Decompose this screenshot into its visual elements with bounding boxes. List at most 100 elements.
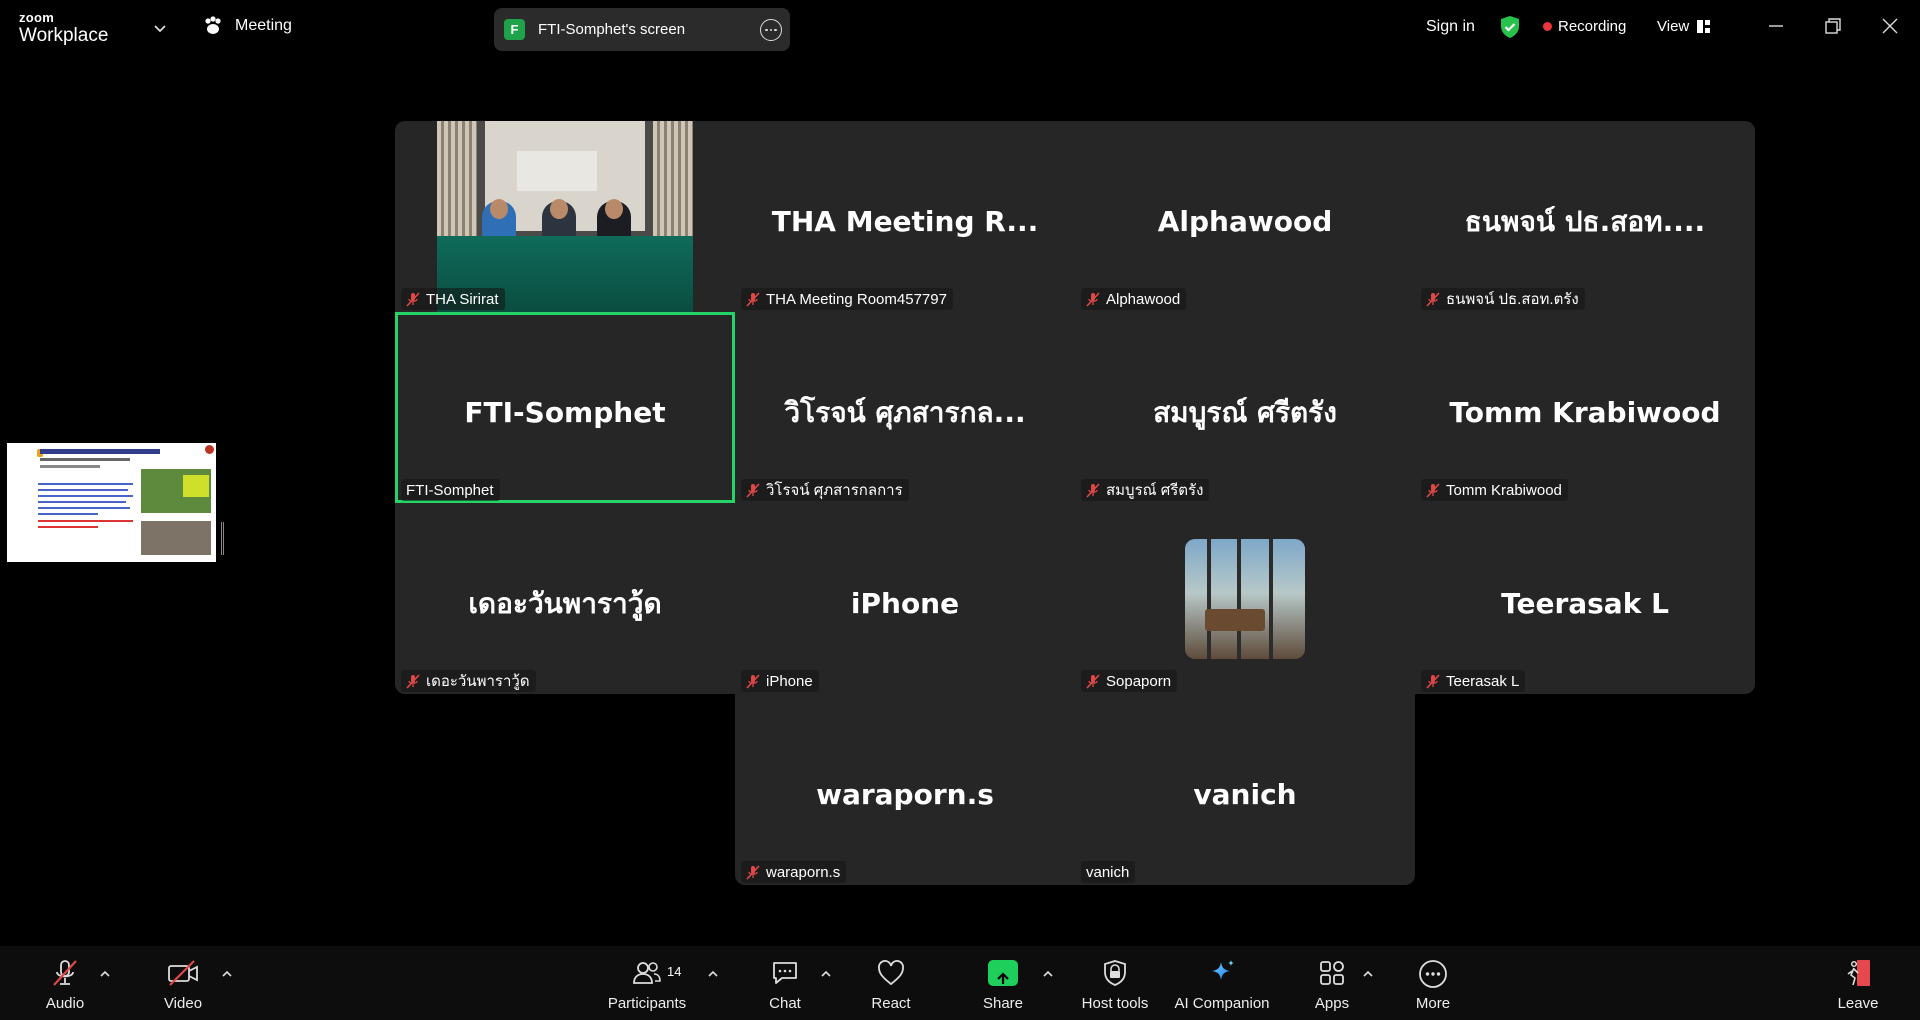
participant-display-name: วิโรจน์ ศุภสารกล...	[784, 396, 1026, 429]
participant-tile[interactable]: iPhone iPhone	[735, 503, 1075, 694]
participant-name: สมบูรณ์ ศรีตรัง	[1106, 482, 1204, 499]
audio-button[interactable]: Audio	[40, 946, 90, 1020]
participant-display-name: ธนพจน์ ปธ.สอท....	[1464, 205, 1706, 238]
mic-muted-icon	[53, 960, 77, 986]
mic-muted-icon	[746, 864, 760, 880]
more-label: More	[1415, 995, 1451, 1012]
participant-name-tag: ธนพจน์ ปธ.สอท.ตรัง	[1421, 288, 1585, 310]
participant-name-tag: vanich	[1081, 861, 1136, 883]
slide-photo	[141, 521, 211, 555]
view-label: View	[1657, 18, 1690, 35]
logo-workplace-text: Workplace	[19, 25, 109, 46]
sign-in-link[interactable]: Sign in	[1426, 18, 1475, 36]
mic-muted-icon	[746, 673, 760, 689]
paw-icon	[205, 16, 221, 34]
participant-tile[interactable]: วิโรจน์ ศุภสารกล... วิโรจน์ ศุภสารกลการ	[735, 312, 1075, 503]
shared-screen-thumbnail[interactable]	[7, 443, 216, 562]
participant-tile[interactable]: เดอะวันพาราวู้ด เดอะวันพาราวู้ด	[395, 503, 735, 694]
participants-icon	[633, 962, 661, 984]
participant-video	[437, 121, 693, 312]
meeting-menu-button[interactable]: Meeting	[202, 16, 292, 36]
more-button[interactable]: More	[1408, 946, 1458, 1020]
slide-title	[40, 449, 160, 454]
audio-label: Audio	[45, 995, 85, 1012]
leave-door-icon	[1847, 960, 1870, 986]
share-more-icon[interactable]	[760, 19, 782, 41]
video-off-icon	[168, 960, 198, 986]
chevron-down-icon[interactable]	[152, 20, 168, 36]
participant-name-tag: THA Sirirat	[401, 288, 505, 310]
share-options-chevron-icon[interactable]	[1041, 968, 1055, 980]
recording-indicator[interactable]: Recording	[1543, 18, 1626, 35]
zoom-workplace-logo[interactable]: zoom Workplace	[19, 11, 108, 45]
participant-name-tag: FTI-Somphet	[401, 479, 500, 501]
chat-label: Chat	[769, 995, 801, 1012]
apps-options-chevron-icon[interactable]	[1361, 968, 1375, 980]
participant-name: vanich	[1086, 863, 1130, 881]
share-screen-icon	[988, 960, 1018, 986]
apps-label: Apps	[1314, 995, 1350, 1012]
screen-share-indicator[interactable]: F FTI-Somphet's screen	[494, 8, 790, 51]
participant-tile[interactable]: THA Sirirat	[395, 121, 735, 312]
thumbnail-resize-handle[interactable]	[221, 522, 224, 555]
host-tools-button[interactable]: Host tools	[1075, 946, 1155, 1020]
participant-name-tag: Teerasak L	[1421, 670, 1526, 692]
participant-name-tag: THA Meeting Room457797	[741, 288, 953, 310]
video-options-chevron-icon[interactable]	[220, 968, 234, 980]
participant-name: Teerasak L	[1446, 672, 1520, 690]
apps-icon	[1320, 961, 1344, 985]
participant-name-tag: Sopaporn	[1081, 670, 1178, 692]
video-button[interactable]: Video	[158, 946, 208, 1020]
participant-tile[interactable]: vanich vanich	[1075, 694, 1415, 885]
participants-button[interactable]: Participants	[605, 946, 689, 1020]
mic-muted-icon	[746, 291, 760, 307]
slide-subtitle	[40, 458, 130, 461]
participant-tile[interactable]: Sopaporn	[1075, 503, 1415, 694]
sharer-badge: F	[504, 19, 525, 40]
participant-tile[interactable]: THA Meeting R... THA Meeting Room457797	[735, 121, 1075, 312]
participant-tile[interactable]: ธนพจน์ ปธ.สอท.... ธนพจน์ ปธ.สอท.ตรัง	[1415, 121, 1755, 312]
restore-icon[interactable]	[1822, 15, 1844, 37]
video-label: Video	[163, 995, 203, 1012]
heart-icon	[878, 960, 904, 986]
participant-tile[interactable]: waraporn.s waraporn.s	[735, 694, 1075, 885]
ai-companion-button[interactable]: AI Companion	[1172, 946, 1272, 1020]
react-button[interactable]: React	[866, 946, 916, 1020]
participant-display-name: เดอะวันพาราวู้ด	[468, 587, 662, 620]
participant-name: วิโรจน์ ศุภสารกลการ	[766, 482, 903, 499]
title-bar: zoom Workplace Meeting F FTI-Somphet's s…	[0, 0, 1920, 56]
host-tools-label: Host tools	[1081, 995, 1149, 1012]
slide-subtitle-line	[40, 465, 100, 468]
minimize-icon[interactable]	[1765, 15, 1787, 37]
view-button[interactable]: View	[1657, 18, 1711, 35]
participant-tile[interactable]: Teerasak L Teerasak L	[1415, 503, 1755, 694]
participants-options-chevron-icon[interactable]	[706, 968, 720, 980]
chat-button[interactable]: Chat	[760, 946, 810, 1020]
participant-name-tag: iPhone	[741, 670, 819, 692]
close-icon[interactable]	[1879, 15, 1901, 37]
participant-name: Tomm Krabiwood	[1446, 481, 1562, 499]
audio-options-chevron-icon[interactable]	[98, 968, 112, 980]
slide-corner-logo-icon	[205, 445, 214, 454]
participant-name-tag: waraporn.s	[741, 861, 847, 883]
recording-label: Recording	[1558, 18, 1627, 35]
participant-tile[interactable]: Tomm Krabiwood Tomm Krabiwood	[1415, 312, 1755, 503]
participant-display-name: waraporn.s	[816, 778, 994, 811]
chat-options-chevron-icon[interactable]	[819, 968, 833, 980]
participant-tile[interactable]: Alphawood Alphawood	[1075, 121, 1415, 312]
recording-dot-icon	[1543, 22, 1552, 31]
chat-icon	[773, 962, 797, 984]
apps-button[interactable]: Apps	[1307, 946, 1357, 1020]
mic-muted-icon	[1426, 482, 1440, 498]
participant-name: FTI-Somphet	[406, 481, 494, 499]
mic-muted-icon	[1086, 291, 1100, 307]
participant-tile[interactable]: สมบูรณ์ ศรีตรัง สมบูรณ์ ศรีตรัง	[1075, 312, 1415, 503]
grid-view-icon	[1697, 20, 1711, 33]
active-speaker-tile[interactable]: FTI-Somphet FTI-Somphet	[395, 312, 735, 503]
encryption-shield-icon[interactable]	[1499, 15, 1521, 39]
leave-button[interactable]: Leave	[1833, 946, 1883, 1020]
more-icon	[1419, 960, 1447, 988]
share-button[interactable]: Share	[978, 946, 1028, 1020]
participant-display-name: vanich	[1193, 778, 1297, 811]
participant-name-tag: เดอะวันพาราวู้ด	[401, 670, 536, 692]
